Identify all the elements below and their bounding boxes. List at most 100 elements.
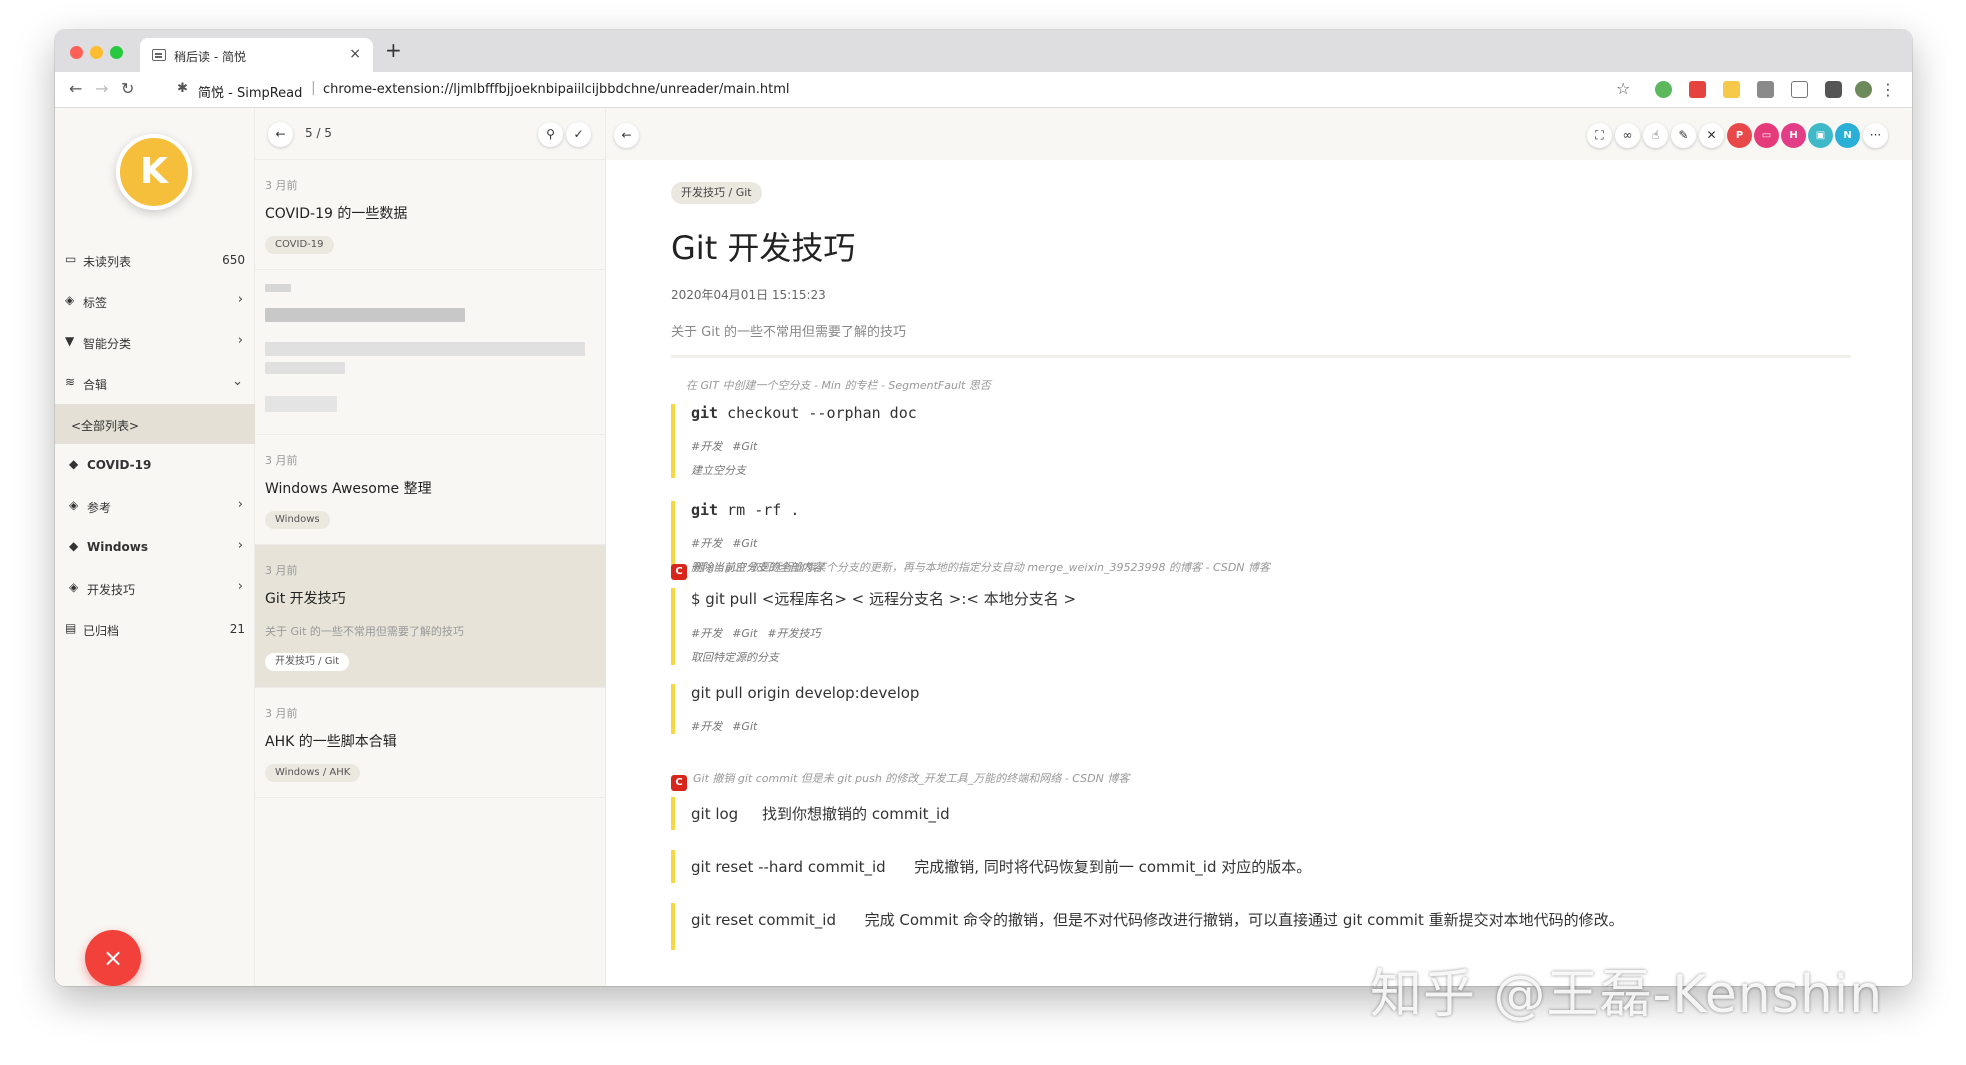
tag-icon: ◆: [69, 457, 79, 471]
highlight-tags: #开发 #Git: [691, 537, 758, 550]
profile-avatar-icon[interactable]: [1855, 81, 1872, 98]
sidebar-item-unread[interactable]: ▭ 未读列表 650: [55, 240, 255, 280]
link-icon[interactable]: ∞: [1615, 123, 1640, 148]
extension-green-icon[interactable]: [1655, 81, 1672, 98]
browser-tab[interactable]: 稍后读 - 简悦 ×: [140, 38, 373, 72]
extension-yellow-icon[interactable]: [1723, 81, 1740, 98]
tab-close-icon[interactable]: ×: [349, 46, 361, 62]
browser-window: 稍后读 - 简悦 × + ← → ↻ ✱ 简悦 - SimpRead | chr…: [55, 30, 1912, 986]
sidebar-item-dev-tips[interactable]: ◈ 开发技巧 ›: [55, 568, 255, 608]
highlight-block: git reset commit_id 完成 Commit 命令的撤销，但是不对…: [671, 903, 1624, 950]
notion-export-icon[interactable]: N: [1835, 123, 1860, 148]
sidebar-item-windows[interactable]: ◆ Windows ›: [55, 527, 255, 567]
back-icon[interactable]: ←: [69, 80, 82, 98]
divider: [671, 355, 1851, 358]
url-input[interactable]: chrome-extension://ljmlbfffbjjoeknbipaii…: [323, 82, 790, 97]
highlight-text: git pull origin develop:develop: [691, 684, 920, 702]
pencil-icon[interactable]: ✎: [1671, 123, 1696, 148]
source-link[interactable]: 在 GIT 中创建一个空分支 - Min 的专栏 - SegmentFault …: [686, 377, 991, 393]
list-item[interactable]: 3 月前 Windows Awesome 整理 Windows: [255, 435, 606, 545]
card-time: 3 月前: [265, 564, 298, 577]
omnibox-separator: |: [311, 80, 316, 96]
sidebar-item-collections[interactable]: ≋ 合辑 ⌄: [55, 363, 255, 403]
close-icon[interactable]: ✕: [1699, 123, 1724, 148]
highlight-tags: #开发 #Git: [691, 720, 758, 733]
sidebar-item-label: COVID-19: [87, 458, 152, 472]
highlight-text: git rm -rf .: [691, 501, 800, 519]
sidebar-item-label: 合辑: [83, 378, 108, 392]
more-icon[interactable]: ···: [1863, 123, 1888, 148]
list-item-selected[interactable]: 3 月前 Git 开发技巧 关于 Git 的一些不常用但需要了解的技巧 开发技巧…: [255, 545, 606, 688]
list-item[interactable]: 3 月前 AHK 的一些脚本合辑 Windows / AHK: [255, 688, 606, 798]
sidebar-item-label: 已归档: [83, 624, 120, 638]
unread-count: 650: [222, 253, 245, 267]
pointer-icon[interactable]: ☝: [1643, 123, 1668, 148]
export-app-icon[interactable]: ▣: [1808, 123, 1833, 148]
blurred-text: [265, 284, 291, 292]
export-html-icon[interactable]: H: [1781, 123, 1806, 148]
close-fab-button[interactable]: ×: [85, 930, 141, 986]
share-chat-icon[interactable]: ▭: [1754, 123, 1779, 148]
sidebar-item-label: 未读列表: [83, 255, 132, 269]
highlight-tags: #开发 #Git #开发技巧: [691, 627, 821, 640]
card-time: 3 月前: [265, 179, 298, 192]
minimize-window-button[interactable]: [90, 46, 103, 59]
fullscreen-icon[interactable]: ⛶: [1587, 123, 1612, 148]
list-item[interactable]: 3 月前 COVID-19 的一些数据 COVID-19: [255, 160, 606, 270]
category-chip[interactable]: 开发技巧 / Git: [671, 182, 762, 204]
highlight-text: git reset --hard commit_id 完成撤销, 同时将代码恢复…: [691, 858, 1312, 876]
card-title: COVID-19 的一些数据: [265, 206, 408, 222]
card-tag-chip[interactable]: Windows / AHK: [265, 764, 361, 782]
tags-icon: ◈: [69, 498, 79, 512]
highlight-text: git checkout --orphan doc: [691, 404, 917, 422]
csdn-icon: C: [671, 564, 687, 580]
browser-menu-icon[interactable]: ⋮: [1880, 80, 1896, 99]
reader-tab-icon: [152, 49, 166, 61]
check-icon[interactable]: ✓: [566, 122, 591, 147]
sidebar-item-covid[interactable]: ◆ COVID-19: [55, 445, 255, 485]
sidebar-item-tags[interactable]: ◈ 标签 ›: [55, 281, 255, 321]
extension-red-icon[interactable]: [1689, 81, 1706, 98]
avatar[interactable]: K: [116, 134, 192, 210]
article-title: Git 开发技巧: [671, 229, 856, 267]
list-item-blurred[interactable]: [255, 270, 606, 435]
archived-count: 21: [229, 622, 245, 636]
maximize-window-button[interactable]: [110, 46, 123, 59]
card-title: Git 开发技巧: [265, 591, 346, 607]
new-tab-button[interactable]: +: [385, 40, 402, 60]
extension-gray-icon[interactable]: [1757, 81, 1774, 98]
sidebar-item-reference[interactable]: ◈ 参考 ›: [55, 486, 255, 526]
card-tag-chip[interactable]: Windows: [265, 511, 330, 529]
pager: 5 / 5: [305, 126, 332, 140]
source-link[interactable]: C Git 撤销 git commit 但是未 git push 的修改_开发工具…: [671, 770, 1129, 791]
sidebar-item-archived[interactable]: ▤ 已归档 21: [55, 609, 255, 649]
search-icon[interactable]: ⚲: [538, 122, 563, 147]
close-window-button[interactable]: [70, 46, 83, 59]
sidebar-item-smart-category[interactable]: ▼ 智能分类 ›: [55, 322, 255, 362]
sidebar-item-all-lists[interactable]: <全部列表>: [55, 404, 255, 444]
extensions-menu-icon[interactable]: [1825, 81, 1842, 98]
chevron-right-icon: ›: [237, 333, 243, 348]
csdn-icon: C: [671, 775, 687, 791]
pdf-export-icon[interactable]: P: [1727, 123, 1752, 148]
highlight-block: git reset --hard commit_id 完成撤销, 同时将代码恢复…: [671, 850, 1311, 883]
chevron-right-icon: ›: [237, 579, 243, 594]
card-tag-chip[interactable]: COVID-19: [265, 236, 334, 254]
blurred-desc: [265, 362, 345, 374]
stack-icon: ≋: [65, 375, 76, 389]
chevron-right-icon: ›: [237, 292, 243, 307]
bookmark-star-icon[interactable]: ☆: [1616, 79, 1630, 98]
back-arrow-icon[interactable]: ←: [268, 122, 293, 147]
article-list: ← 5 / 5 ⚲ ✓ 3 月前 COVID-19 的一些数据 COVID-19…: [255, 108, 606, 986]
app-sidebar: K ▭ 未读列表 650 ◈ 标签 › ▼ 智能分类 › ≋ 合辑 ⌄ <全部列…: [55, 108, 255, 986]
sidebar-item-label: 标签: [83, 296, 108, 310]
highlight-text: git log 找到你想撤销的 commit_id: [691, 805, 950, 823]
back-arrow-icon[interactable]: ←: [614, 123, 639, 148]
address-bar: ← → ↻ ✱ 简悦 - SimpRead | chrome-extension…: [55, 72, 1912, 108]
tag-icon: ◆: [69, 539, 79, 553]
source-link[interactable]: C用 git pull 取回远程仓库某个分支的更新，再与本地的指定分支自动 me…: [671, 559, 1270, 580]
extension-reader-icon[interactable]: [1791, 81, 1808, 98]
card-tag-chip[interactable]: 开发技巧 / Git: [265, 653, 350, 671]
reload-icon[interactable]: ↻: [121, 80, 134, 98]
forward-icon[interactable]: →: [95, 80, 108, 98]
